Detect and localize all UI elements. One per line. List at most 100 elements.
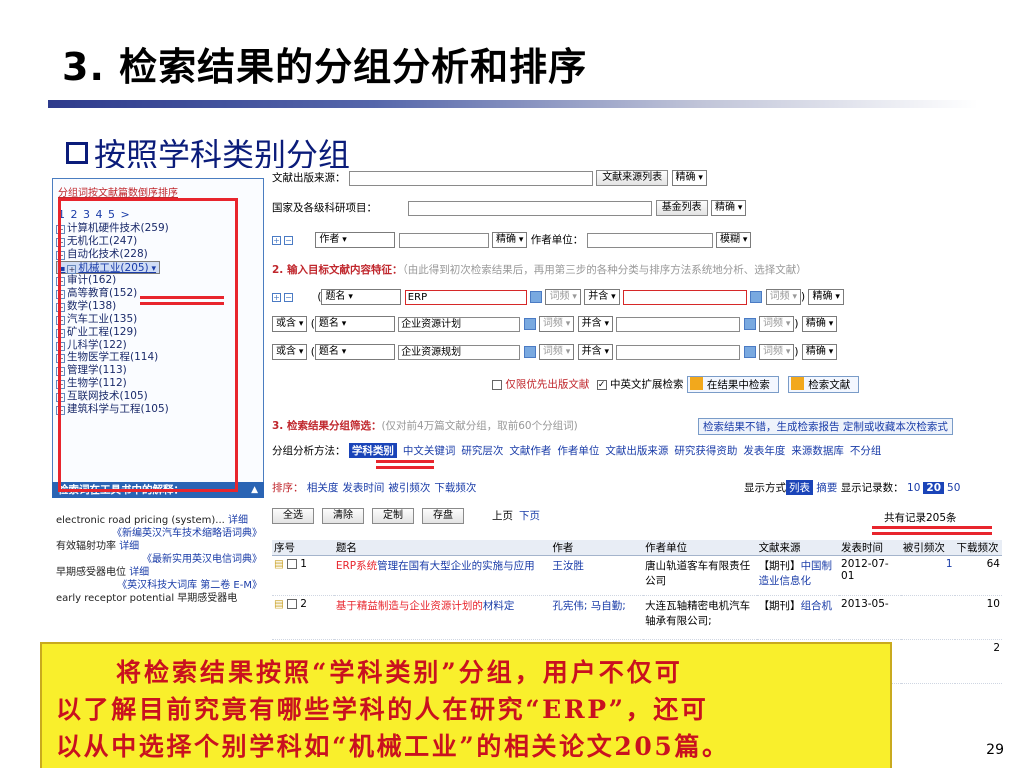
expand-icon[interactable] [743,346,756,358]
cn-en-checkbox[interactable]: ✓ [596,379,607,390]
exact-select-1[interactable]: 精确 [808,289,844,305]
author-unit-input[interactable] [586,232,713,248]
display-list-option[interactable]: 列表 [786,480,813,495]
group-method-option[interactable]: 发表年度 [743,445,785,457]
plus-icon[interactable]: + [272,235,281,245]
display-abstract-option[interactable]: 摘要 [816,482,837,494]
dict-detail-link[interactable]: 详细 [228,515,248,526]
group-method-option[interactable]: 不分组 [850,445,882,457]
next-page-link[interactable]: 下页 [519,510,540,522]
freq-select-2b[interactable]: 词频 [759,316,795,332]
column-header[interactable]: 文献来源 [756,540,840,556]
column-header[interactable]: 作者 [550,540,644,556]
source-input[interactable] [348,170,593,186]
column-header[interactable]: 作者单位 [643,540,757,556]
group-method-option[interactable]: 来源数据库 [791,445,844,457]
author-field-select[interactable]: 作者 [315,232,396,248]
and-select-3[interactable]: 并含 [577,344,613,360]
group-method-option[interactable]: 文献出版来源 [605,445,668,457]
dict-text[interactable]: 《英汉科技大词库 第二卷 E-M》 [117,580,262,591]
exact-select-3[interactable]: 精确 [801,344,838,360]
or-select-3[interactable]: 或含 [272,344,308,360]
column-header[interactable]: 题名 [333,540,551,556]
document-icon[interactable]: ▤ [274,598,287,610]
toolbar-button[interactable]: 清除 [322,508,364,524]
group-method-option[interactable]: 文献作者 [509,445,551,457]
column-header[interactable]: 发表时间 [839,540,901,556]
minus-icon[interactable]: − [284,235,293,245]
author-exact-select[interactable]: 精确 [492,232,528,248]
sort-option[interactable]: 下载频次 [434,482,476,494]
term-input-1b[interactable] [622,289,747,305]
author-cell[interactable]: 王汝胜 [550,555,644,596]
expand-icon[interactable] [750,291,763,303]
expand-icon[interactable] [523,318,536,330]
title-text[interactable]: 管理在国有大型企业的实施与应用 [377,560,535,572]
dict-text[interactable]: 《新编英汉汽车技术缩略语词典》 [112,528,262,539]
field-select-2[interactable]: 题名 [314,316,395,332]
freq-select-1[interactable]: 词频 [545,289,581,305]
author-unit-fuzzy-select[interactable]: 模糊 [715,232,752,248]
sort-option[interactable]: 相关度 [307,482,339,494]
search-in-result-button[interactable]: 在结果中检索 [686,376,779,393]
title-keyword[interactable]: ERP系统 [336,560,377,572]
expand-icon[interactable] [523,346,536,358]
fund-input[interactable] [408,200,653,216]
title-keyword[interactable]: 基于精益制造与企业资源计划的 [336,600,483,612]
term-input-2b[interactable] [616,316,741,332]
group-sort-header[interactable]: 分组词按文献篇数倒序排序 [58,184,178,199]
freq-select-3b[interactable]: 词频 [759,344,795,360]
document-icon[interactable]: ▤ [274,558,287,570]
freq-select-1b[interactable]: 词频 [765,289,802,305]
group-method-option[interactable]: 中文关键词 [403,445,456,457]
source-link[interactable]: 组合机 [801,600,833,612]
column-header[interactable]: 序号 [272,540,334,556]
per-page-option[interactable]: 20 [923,482,945,494]
expand-icon[interactable] [530,291,543,303]
cited-cell[interactable] [900,595,955,640]
group-method-option[interactable]: 研究获得资助 [674,445,737,457]
expand-icon[interactable] [743,318,756,330]
toolbar-button[interactable]: 定制 [372,508,414,524]
column-header[interactable]: 下载频次 [954,540,1002,556]
row-checkbox[interactable] [287,599,298,609]
title-cell[interactable]: 基于精益制造与企业资源计划的材料定 [333,595,551,640]
or-select-2[interactable]: 或含 [272,316,308,332]
group-method-option[interactable]: 作者单位 [557,445,599,457]
prev-page-link[interactable]: 上页 [492,510,513,522]
per-page-option[interactable]: 50 [947,482,960,494]
toolbar-button[interactable]: 全选 [272,508,314,524]
term-input-2[interactable]: 企业资源计划 [398,316,521,332]
and-select-2[interactable]: 并含 [577,316,613,332]
report-actions[interactable]: 检索结果不错，生成检索报告 定制或收藏本次检索式 [698,418,953,435]
fund-exact-select[interactable]: 精确 [711,200,747,216]
per-page-option[interactable]: 10 [907,482,920,494]
freq-select-2[interactable]: 词频 [538,316,575,332]
term-input-3[interactable]: 企业资源规划 [398,344,521,360]
cited-cell[interactable] [900,639,955,684]
field-select-3[interactable]: 题名 [314,344,395,360]
group-method-option[interactable]: 学科类别 [348,443,397,458]
author-input[interactable] [398,232,489,248]
column-header[interactable]: 被引频次 [900,540,955,556]
cited-cell[interactable]: 1 [900,555,955,596]
collapse-up-icon[interactable]: ▲ [251,482,258,498]
author-cell[interactable]: 孔宪伟; 马自勤; [550,595,644,640]
title-cell[interactable]: ERP系统管理在国有大型企业的实施与应用 [333,555,551,596]
dict-detail-link[interactable]: 详细 [119,541,139,552]
only-first-checkbox[interactable] [492,379,502,390]
plus-icon[interactable]: + [272,292,281,302]
term-input-3b[interactable] [616,344,741,360]
group-method-option[interactable]: 研究层次 [461,445,503,457]
minus-icon[interactable]: − [284,292,293,302]
dict-text[interactable]: 《最新实用英汉电信词典》 [142,554,262,565]
freq-select-3[interactable]: 词频 [538,344,575,360]
dict-detail-link[interactable]: 详细 [129,567,149,578]
source-exact-select[interactable]: 精确 [671,170,707,186]
term-input-1[interactable]: ERP [404,289,527,305]
sort-option[interactable]: 发表时间 [342,482,384,494]
field-select-1[interactable]: 题名 [321,289,402,305]
toolbar-button[interactable]: 存盘 [422,508,464,524]
search-button[interactable]: 检索文献 [788,376,860,393]
sort-option[interactable]: 被引频次 [388,482,430,494]
